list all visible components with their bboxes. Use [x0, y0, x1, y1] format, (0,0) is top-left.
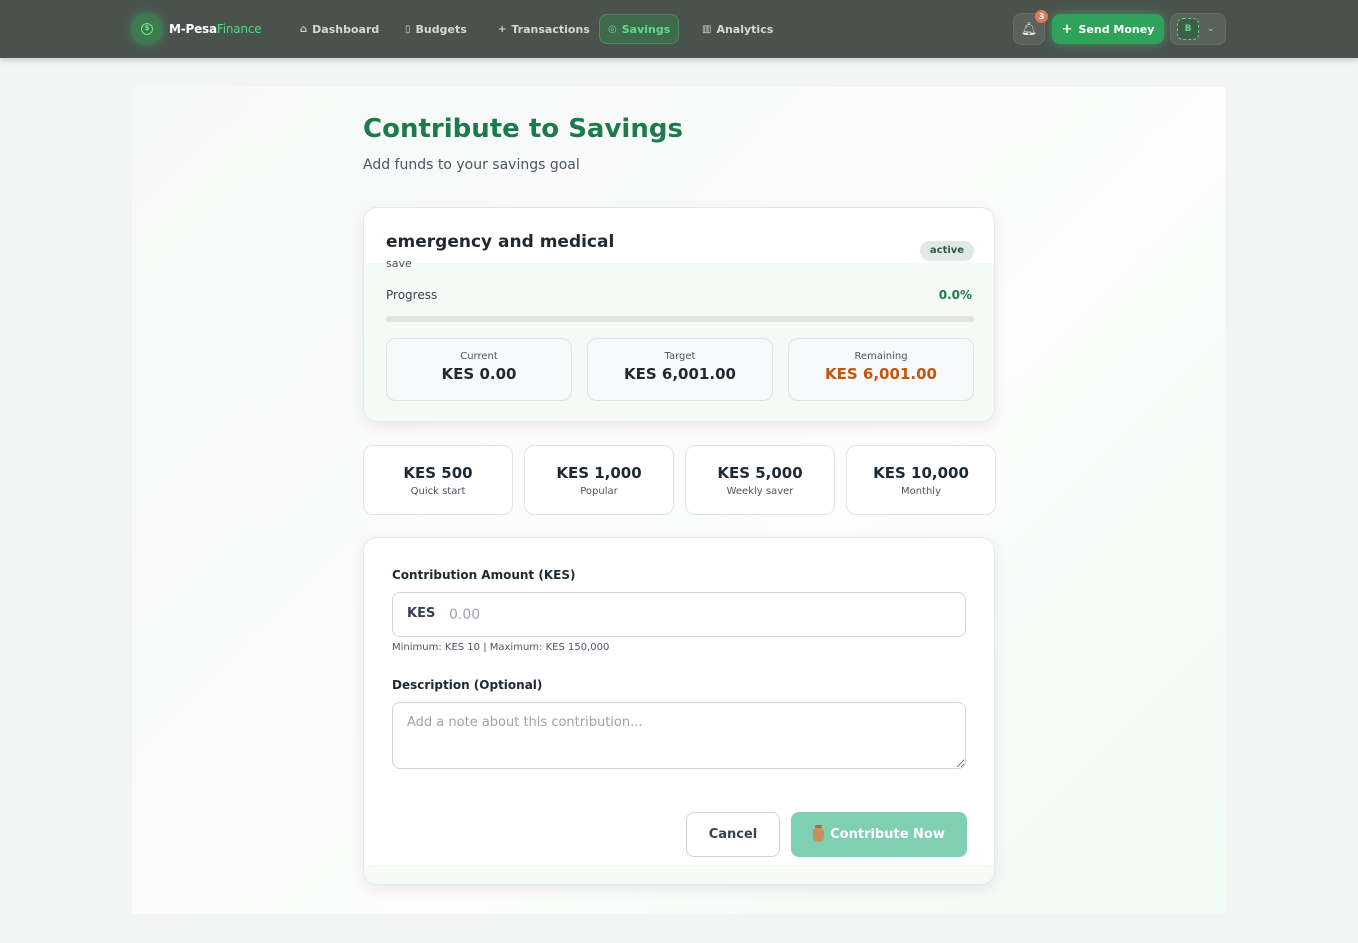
quick-amount-label: Weekly saver	[726, 486, 794, 497]
nav-transactions[interactable]: + Transactions	[490, 14, 598, 44]
stat-current-value: KES 0.00	[441, 365, 517, 383]
nav-dashboard[interactable]: ⌂ Dashboard	[292, 14, 387, 44]
quick-amount-label: Quick start	[410, 486, 466, 497]
status-badge: active	[920, 241, 974, 261]
goal-summary-card: emergency and medical save active Progre…	[363, 207, 995, 422]
coin-logo-icon: $	[131, 13, 163, 45]
top-navbar: $ M-PesaFinance ⌂ Dashboard ▯ Budgets + …	[0, 0, 1358, 58]
amount-input[interactable]	[449, 602, 949, 628]
amount-help-text: Minimum: KES 10 | Maximum: KES 150,000	[392, 642, 610, 653]
quick-amount-1000[interactable]: KES 1,000 Popular	[524, 445, 674, 515]
progress-percent: 0.0%	[938, 288, 972, 302]
notification-count-badge: 3	[1035, 10, 1048, 23]
send-money-button[interactable]: + Send Money	[1052, 14, 1164, 44]
nav-budgets-label: Budgets	[415, 22, 467, 36]
nav-budgets[interactable]: ▯ Budgets	[397, 14, 475, 44]
money-jar-icon	[813, 824, 825, 842]
stat-current-label: Current	[460, 351, 498, 362]
nav-analytics-label: Analytics	[716, 22, 774, 36]
brand-name: M-PesaFinance	[169, 22, 262, 36]
description-textarea[interactable]	[392, 702, 966, 769]
cancel-button[interactable]: Cancel	[686, 812, 780, 857]
quick-amount-value: KES 500	[403, 464, 473, 482]
page-subtitle: Add funds to your savings goal	[363, 157, 580, 173]
amount-field-label: Contribution Amount (KES)	[392, 568, 576, 582]
bell-icon: 🔔︎	[1020, 21, 1038, 37]
nav-analytics[interactable]: ▥ Analytics	[694, 14, 781, 44]
quick-amount-5000[interactable]: KES 5,000 Weekly saver	[685, 445, 835, 515]
quick-amount-label: Monthly	[900, 486, 942, 497]
stat-remaining: Remaining KES 6,001.00	[788, 338, 974, 401]
nav-savings-label: Savings	[621, 22, 671, 36]
quick-amount-value: KES 1,000	[556, 464, 642, 482]
stat-remaining-label: Remaining	[854, 351, 908, 362]
stat-target-label: Target	[664, 351, 696, 362]
stat-target-value: KES 6,001.00	[624, 365, 736, 383]
brand-logo-link[interactable]: $ M-PesaFinance	[131, 13, 262, 45]
bar-chart-icon: ▥	[702, 23, 712, 35]
coin-icon: ◎	[608, 23, 617, 35]
nav-transactions-label: Transactions	[511, 22, 590, 36]
nav-dashboard-label: Dashboard	[312, 22, 380, 36]
chevron-down-icon: ⌄	[1207, 24, 1215, 34]
quick-amount-10000[interactable]: KES 10,000 Monthly	[846, 445, 996, 515]
quick-amount-label: Popular	[580, 486, 618, 497]
contribute-now-label: Contribute Now	[830, 827, 945, 842]
currency-prefix: KES	[407, 606, 436, 621]
stat-target: Target KES 6,001.00	[587, 338, 773, 401]
contribute-now-button[interactable]: Contribute Now	[791, 812, 967, 857]
form-footer-strip	[364, 865, 994, 884]
quick-amount-500[interactable]: KES 500 Quick start	[363, 445, 513, 515]
goal-description: save	[386, 257, 412, 270]
description-field-label: Description (Optional)	[392, 678, 543, 692]
contribution-form-card: Contribution Amount (KES) KES Minimum: K…	[363, 537, 995, 885]
avatar: B	[1177, 18, 1199, 40]
send-money-label: Send Money	[1078, 22, 1155, 36]
plus-icon: +	[498, 23, 507, 35]
stat-remaining-value: KES 6,001.00	[825, 365, 937, 383]
progress-label: Progress	[386, 288, 438, 302]
quick-amount-value: KES 10,000	[873, 464, 969, 482]
home-icon: ⌂	[300, 23, 308, 35]
quick-amount-value: KES 5,000	[717, 464, 803, 482]
goal-name: emergency and medical	[386, 232, 615, 252]
amount-field: KES	[392, 592, 966, 637]
stat-current: Current KES 0.00	[386, 338, 572, 401]
plus-icon: +	[1061, 21, 1073, 37]
nav-savings[interactable]: ◎ Savings	[599, 14, 680, 44]
progress-bar	[386, 316, 974, 322]
brand-accent: Finance	[216, 22, 262, 36]
user-menu-button[interactable]: B ⌄	[1170, 13, 1226, 45]
page-title: Contribute to Savings	[363, 114, 683, 144]
document-icon: ▯	[405, 23, 411, 35]
